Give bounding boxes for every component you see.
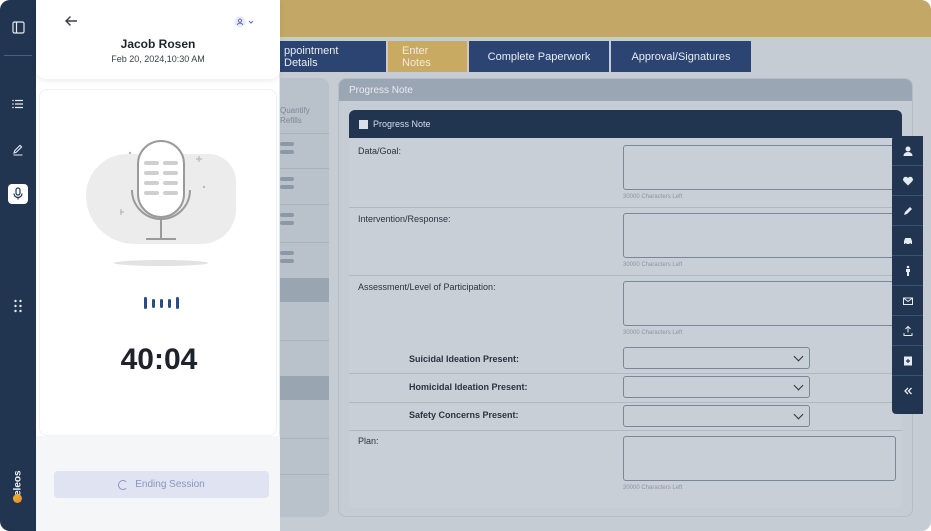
audio-waveform	[139, 295, 183, 311]
data-goal-textarea[interactable]	[623, 145, 896, 190]
recording-area: 40:04	[39, 89, 277, 436]
intervention-label: Intervention/Response:	[358, 214, 451, 224]
safety-select[interactable]	[623, 405, 810, 427]
recording-panel: Jacob Rosen Feb 20, 2024,10:30 AM 40:04 …	[36, 0, 280, 531]
side-toolbar	[892, 136, 923, 414]
brand-mark	[13, 494, 22, 503]
checkbox[interactable]	[359, 119, 368, 129]
upload-icon[interactable]	[892, 316, 923, 346]
chevron-down-icon	[793, 380, 804, 391]
tab-appointment-details[interactable]: ppointment Details	[270, 41, 386, 72]
illustration-shadow	[114, 260, 208, 266]
recording-timer: 40:04	[120, 343, 198, 376]
tab-complete-paperwork[interactable]: Complete Paperwork	[469, 41, 609, 72]
ending-session-label: Ending Session	[135, 479, 205, 490]
double-chevron-left-icon[interactable]	[892, 376, 923, 406]
divider	[349, 430, 902, 431]
tab-enter-notes[interactable]: Enter Notes	[388, 41, 467, 72]
heart-icon[interactable]	[892, 166, 923, 196]
divider	[349, 207, 902, 208]
ending-session-button[interactable]: Ending Session	[54, 471, 269, 498]
quantify-refills-header: Quantify Refills	[280, 106, 310, 125]
card-title: Progress Note	[373, 119, 431, 129]
chevron-down-icon	[793, 409, 804, 420]
rail-divider	[4, 55, 32, 56]
list-icon[interactable]	[8, 94, 28, 114]
mail-icon[interactable]	[892, 286, 923, 316]
session-datetime: Feb 20, 2024,10:30 AM	[111, 54, 205, 64]
grid-icon[interactable]	[8, 296, 28, 316]
card-header[interactable]: Progress Note	[349, 110, 902, 138]
chevron-down-icon	[793, 351, 804, 362]
chars-left: 30000 Characters Left	[623, 262, 683, 268]
plan-label: Plan:	[358, 436, 379, 446]
microphone-illustration-icon	[120, 140, 206, 240]
chars-left: 30000 Characters Left	[623, 485, 683, 491]
suicidal-label: Suicidal Ideation Present:	[409, 354, 520, 364]
assessment-label: Assessment/Level of Participation:	[358, 282, 496, 292]
collapse-sidebar-icon[interactable]	[8, 17, 28, 37]
tab-approval-signatures[interactable]: Approval/Signatures	[611, 41, 751, 72]
tab-bar: ppointment Details Enter Notes Complete …	[270, 41, 751, 72]
patient-name: Jacob Rosen	[120, 37, 196, 51]
divider	[349, 275, 902, 276]
recording-footer: Ending Session	[36, 436, 280, 531]
back-arrow-icon[interactable]	[64, 14, 78, 31]
pen-icon[interactable]	[892, 196, 923, 226]
edit-icon[interactable]	[8, 140, 28, 160]
suicidal-select[interactable]	[623, 347, 810, 369]
figure-icon[interactable]	[892, 256, 923, 286]
loading-spinner-icon	[118, 479, 129, 490]
homicidal-select[interactable]	[623, 376, 810, 398]
homicidal-label: Homicidal Ideation Present:	[409, 382, 528, 392]
left-rail: eleos	[0, 0, 36, 531]
add-contact-icon[interactable]	[892, 346, 923, 376]
plan-textarea[interactable]	[623, 436, 896, 481]
session-header: Jacob Rosen Feb 20, 2024,10:30 AM	[36, 0, 280, 79]
chars-left: 30000 Characters Left	[623, 194, 683, 200]
divider	[349, 373, 902, 374]
microphone-icon[interactable]	[8, 184, 28, 204]
data-goal-label: Data/Goal:	[358, 146, 402, 156]
progress-note-panel: Progress Note Progress Note Data/Goal: 3…	[338, 78, 913, 517]
user-dropdown[interactable]	[234, 16, 256, 30]
panel-title: Progress Note	[339, 79, 912, 101]
chars-left: 30000 Characters Left	[623, 330, 683, 336]
divider	[349, 402, 902, 403]
person-icon[interactable]	[892, 136, 923, 166]
progress-note-card: Progress Note Data/Goal: 30000 Character…	[349, 110, 902, 508]
app-screen: ppointment Details Enter Notes Complete …	[0, 0, 931, 531]
car-icon[interactable]	[892, 226, 923, 256]
assessment-textarea[interactable]	[623, 281, 896, 326]
safety-label: Safety Concerns Present:	[409, 410, 519, 420]
intervention-textarea[interactable]	[623, 213, 896, 258]
